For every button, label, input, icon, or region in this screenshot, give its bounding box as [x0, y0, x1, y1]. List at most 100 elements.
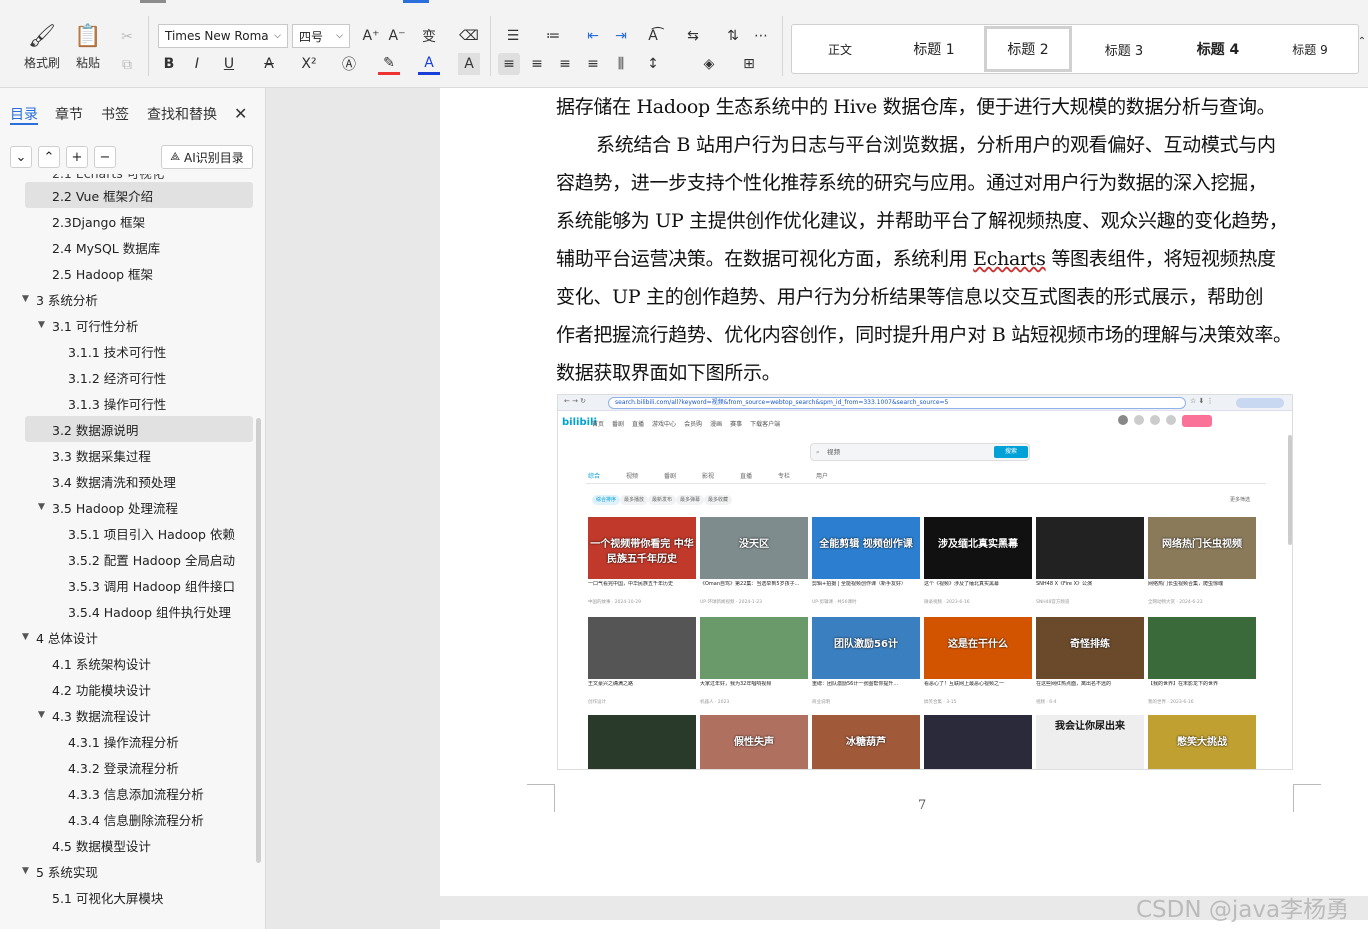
align-right-icon[interactable]: ≡ [554, 53, 576, 75]
underline-icon[interactable]: U [218, 53, 240, 75]
video-thumbnail [700, 617, 808, 679]
menu-tab-stub[interactable] [140, 0, 166, 3]
style-heading-3[interactable]: 标题 3 [1082, 25, 1166, 73]
upload-button [1182, 415, 1212, 427]
toc-item[interactable]: 3.2 数据源说明 [25, 416, 253, 442]
toc-item[interactable]: 4.1 系统架构设计 [25, 650, 253, 676]
toc-item[interactable]: 2.4 MySQL 数据库 [25, 234, 253, 260]
highlight-icon[interactable]: ✎ [378, 53, 400, 75]
superscript-icon[interactable]: X² [298, 53, 320, 75]
ai-toc-button[interactable]: ⟁ AI识别目录 [161, 145, 253, 169]
border-icon[interactable]: ⊞ [738, 53, 760, 75]
phonetic-icon[interactable]: 变 [418, 25, 440, 47]
grow-font-icon[interactable]: A⁺ [360, 25, 382, 47]
gallery-more-icon[interactable]: ⌃ [1356, 30, 1368, 52]
font-name-select[interactable]: Times New Roma ⌵ [158, 24, 288, 48]
numbered-list-icon[interactable]: ≔ [542, 25, 564, 47]
cut-icon[interactable]: ✂ [116, 26, 138, 48]
distributed-icon[interactable]: ⫼ [610, 53, 632, 75]
tab-toc[interactable]: 目录 [10, 104, 38, 124]
toc-item[interactable]: 3.4 数据清洗和预处理 [25, 468, 253, 494]
toc-item[interactable]: 4.3.2 登录流程分析 [25, 754, 253, 780]
text-direction-icon[interactable]: ⇆ [682, 25, 704, 47]
crop-mark [527, 784, 555, 812]
toc-item-partial[interactable]: 2.1 Echarts 可视化 [25, 174, 253, 182]
toc-item[interactable]: 4.3.4 信息删除流程分析 [25, 806, 253, 832]
show-marks-icon[interactable]: ⋯ [750, 25, 772, 47]
expand-all-button[interactable]: ⌄ [10, 146, 32, 168]
decrease-indent-icon[interactable]: ⇤ [582, 25, 604, 47]
video-meta: 微录视频 · 2023-6-16 [924, 600, 970, 605]
toc-item[interactable]: 5.1 可视化大屏模块 [25, 884, 253, 910]
spellcheck-word[interactable]: Echarts [973, 248, 1046, 270]
font-color-icon[interactable]: A [418, 53, 440, 75]
font-size-select[interactable]: 四号 ⌵ [292, 24, 350, 48]
style-heading-9[interactable]: 标题 9 [1270, 25, 1350, 73]
expand-arrow-icon[interactable]: ▼ [38, 710, 45, 720]
toc-item[interactable]: ▼ 3.1 可行性分析 [25, 312, 253, 338]
add-heading-button[interactable]: + [66, 146, 88, 168]
style-normal[interactable]: 正文 [800, 25, 880, 73]
toc-item[interactable]: 4.2 功能模块设计 [25, 676, 253, 702]
toc-item[interactable]: 3.5.2 配置 Hadoop 全局启动 [25, 546, 253, 572]
site-nav-item: 下载客户端 [750, 421, 781, 428]
bullet-list-icon[interactable]: ☰ [502, 25, 524, 47]
remove-heading-button[interactable]: − [94, 146, 116, 168]
menu-tab-stub-active[interactable] [403, 0, 429, 3]
justify-icon[interactable]: ≡ [582, 53, 604, 75]
expand-arrow-icon[interactable]: ▼ [22, 866, 29, 876]
video-thumbnail: 我会让你尿出来 [1036, 715, 1144, 769]
expand-arrow-icon[interactable]: ▼ [22, 632, 29, 642]
toc-item[interactable]: 3.5.1 项目引入 Hadoop 依赖 [25, 520, 253, 546]
format-painter-button[interactable]: 🖌 格式刷 [24, 22, 60, 71]
embedded-screenshot[interactable]: ← → ↻ search.bilibili.com/all?keyword=视频… [557, 394, 1293, 770]
chinese-layout-icon[interactable]: A͡ [642, 25, 664, 47]
line-spacing-icon[interactable]: ↕ [642, 53, 664, 75]
paste-button[interactable]: 📋 粘贴 [74, 22, 102, 71]
toc-item[interactable]: ▼ 3 系统分析 [22, 286, 253, 312]
toc-item[interactable]: 3.1.1 技术可行性 [25, 338, 253, 364]
expand-arrow-icon[interactable]: ▼ [38, 320, 45, 330]
toc-item[interactable]: ▼ 4.3 数据流程设计 [25, 702, 253, 728]
toc-item[interactable]: ▼ 3.5 Hadoop 处理流程 [25, 494, 253, 520]
copy-icon[interactable]: ⧉ [116, 54, 138, 76]
toc-item[interactable]: 3.3 数据采集过程 [25, 442, 253, 468]
shrink-font-icon[interactable]: A⁻ [386, 25, 408, 47]
shading-icon[interactable]: ◈ [698, 53, 720, 75]
toc-item[interactable]: ▼ 4 总体设计 [22, 624, 253, 650]
toc-item[interactable]: 4.3.1 操作流程分析 [25, 728, 253, 754]
toc-item[interactable]: 4.5 数据模型设计 [25, 832, 253, 858]
strikethrough-icon[interactable]: A [258, 53, 280, 75]
sort-icon[interactable]: ⇅ [722, 25, 744, 47]
toc-item[interactable]: 3.1.2 经济可行性 [25, 364, 253, 390]
toc-item[interactable]: ▼ 5 系统实现 [22, 858, 253, 884]
toc-item[interactable]: 3.5.4 Hadoop 组件执行处理 [25, 598, 253, 624]
toc-item[interactable]: 3.5.3 调用 Hadoop 组件接口 [25, 572, 253, 598]
collapse-button[interactable]: ⌃ [38, 146, 60, 168]
text-effect-icon[interactable]: Ⓐ [338, 53, 360, 75]
toc-item[interactable]: 2.2 Vue 框架介绍 [25, 182, 253, 208]
toc-item[interactable]: 2.5 Hadoop 框架 [25, 260, 253, 286]
tab-find-replace[interactable]: 查找和替换 [147, 104, 217, 124]
toc-item[interactable]: 3.1.3 操作可行性 [25, 390, 253, 416]
scrollbar[interactable] [256, 418, 261, 863]
tab-bookmarks[interactable]: 书签 [101, 104, 129, 124]
expand-arrow-icon[interactable]: ▼ [22, 294, 29, 304]
bold-icon[interactable]: B [158, 53, 180, 75]
italic-icon[interactable]: I [186, 53, 208, 75]
style-heading-1[interactable]: 标题 1 [892, 25, 976, 73]
char-shading-icon[interactable]: A [458, 53, 480, 75]
toc-item[interactable]: 2.3Django 框架 [25, 208, 253, 234]
tab-chapters[interactable]: 章节 [55, 104, 83, 124]
expand-arrow-icon[interactable]: ▼ [38, 502, 45, 512]
video-meta: 全网动物大赏 · 2024-6-23 [1148, 600, 1203, 605]
clear-format-icon[interactable]: ⌫ [458, 25, 480, 47]
style-heading-2[interactable]: 标题 2 [984, 26, 1072, 72]
increase-indent-icon[interactable]: ⇥ [610, 25, 632, 47]
toc-item[interactable]: 4.3.3 信息添加流程分析 [25, 780, 253, 806]
style-heading-4[interactable]: 标题 4 [1176, 25, 1260, 73]
align-center-icon[interactable]: ≡ [526, 53, 548, 75]
message-icon [1134, 415, 1144, 425]
close-icon[interactable]: ✕ [234, 104, 247, 123]
align-left-icon[interactable]: ≡ [498, 53, 520, 75]
